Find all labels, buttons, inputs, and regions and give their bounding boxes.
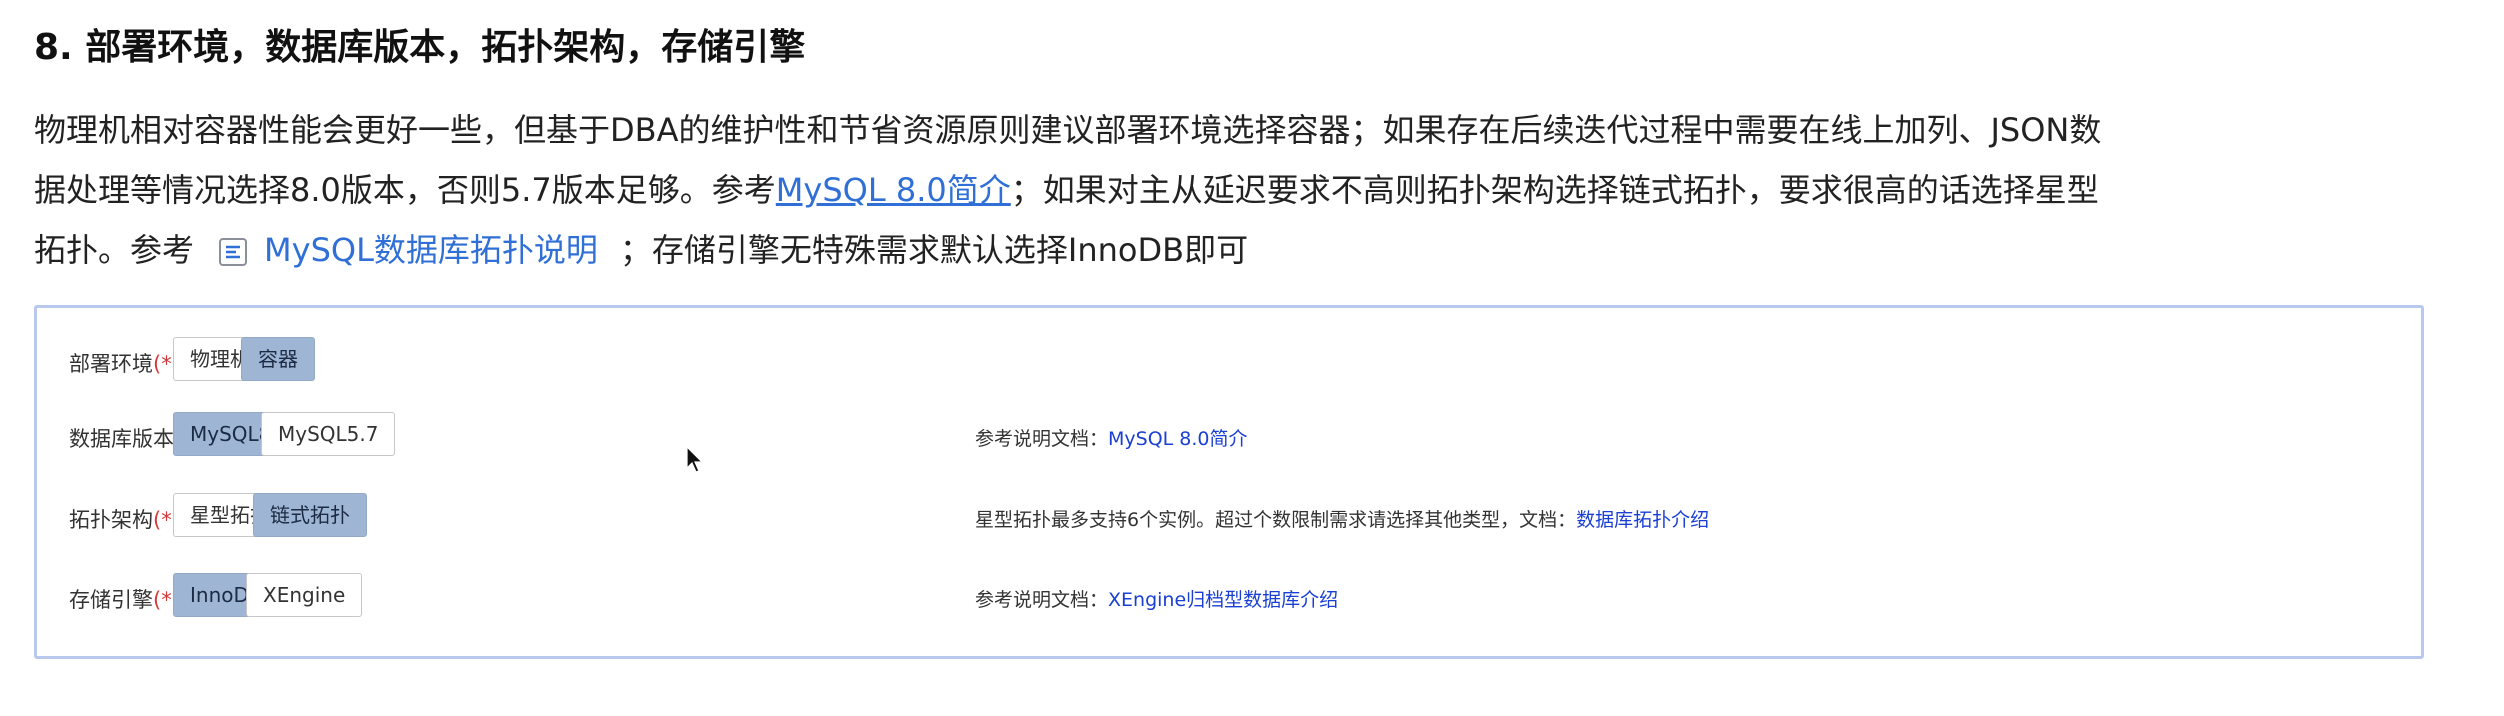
label-text: 拓扑架构 [69,508,153,532]
topology-note: 星型拓扑最多支持6个实例。超过个数限制需求请选择其他类型，文档：数据库拓扑介绍 [975,505,1709,532]
deploy-env-label: 部署环境(*): [69,348,187,378]
label-text: 存储引擎 [69,588,153,612]
topology-doc-link[interactable]: MySQL数据库拓扑说明 [264,231,598,269]
option-mysql57[interactable]: MySQL5.7 [261,412,396,456]
option-xengine[interactable]: XEngine [246,573,363,617]
storage-engine-label: 存储引擎(*): [69,584,187,614]
mysql80-intro-link[interactable]: MySQL 8.0简介 [776,171,1011,209]
option-chain-topology[interactable]: 链式拓扑 [253,493,367,537]
paragraph-text: ；存储引擎无特殊需求默认选择InnoDB即可 [619,231,1249,269]
mysql80-doc-link[interactable]: MySQL 8.0简介 [1108,428,1248,450]
paragraph-text: 物理机相对容器性能会更好一些，但基于DBA的维护性和节省资源原则建议部署环境选择… [34,111,2102,149]
topology-doc-link-small[interactable]: 数据库拓扑介绍 [1576,509,1709,531]
section-heading: 8. 部署环境，数据库版本，拓扑架构，存储引擎 [34,27,806,68]
paragraph-line-2: 据处理等情况选择8.0版本，否则5.7版本足够。参考MySQL 8.0简介；如果… [34,160,2454,220]
paragraph-line-1: 物理机相对容器性能会更好一些，但基于DBA的维护性和节省资源原则建议部署环境选择… [34,100,2454,160]
xengine-doc-link[interactable]: XEngine归档型数据库介绍 [1108,589,1338,611]
label-text: 数据库版本 [69,427,174,451]
storage-engine-note: 参考说明文档：XEngine归档型数据库介绍 [975,585,1338,612]
config-form-panel: 部署环境(*): 物理机 容器 数据库版本(*): MySQL8.0 MySQL… [34,305,2424,659]
label-text: 部署环境 [69,352,153,376]
description-paragraph: 物理机相对容器性能会更好一些，但基于DBA的维护性和节省资源原则建议部署环境选择… [34,100,2454,280]
mouse-cursor-icon [686,446,704,473]
option-container[interactable]: 容器 [241,337,315,381]
paragraph-line-3: 拓扑。参考 MySQL数据库拓扑说明 ；存储引擎无特殊需求默认选择InnoDB即可 [34,220,2454,280]
note-text: 星型拓扑最多支持6个实例。超过个数限制需求请选择其他类型，文档： [975,509,1577,531]
note-text: 参考说明文档： [975,589,1109,611]
paragraph-text: 拓扑。参考 [34,231,195,269]
paragraph-text: 据处理等情况选择8.0版本，否则5.7版本足够。参考 [34,171,776,209]
topology-label: 拓扑架构(*): [69,504,187,534]
note-text: 参考说明文档： [975,428,1109,450]
paragraph-text: ；如果对主从延迟要求不高则拓扑架构选择链式拓扑，要求很高的话选择星型 [1010,171,2099,209]
doc-icon[interactable] [218,237,248,267]
db-version-note: 参考说明文档：MySQL 8.0简介 [975,424,1248,451]
